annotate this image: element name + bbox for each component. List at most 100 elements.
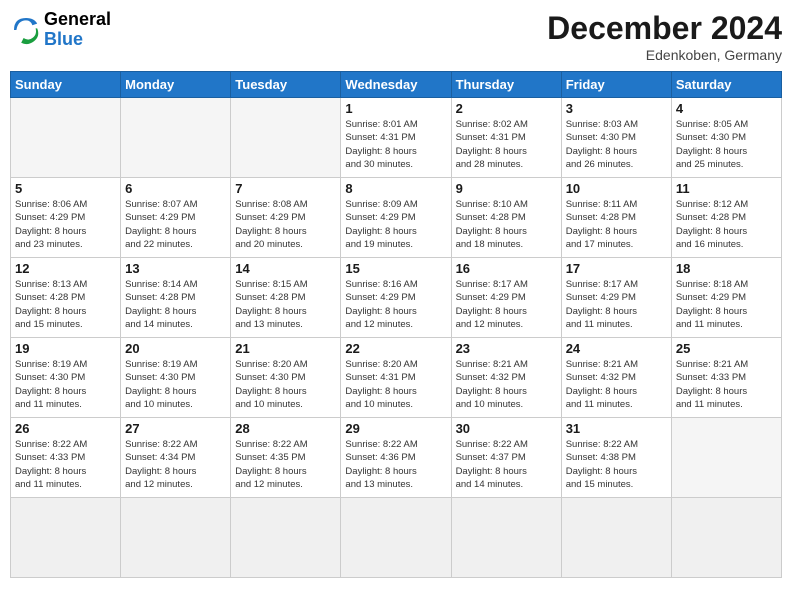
day-number: 12 bbox=[15, 261, 116, 276]
day-info: Sunrise: 8:22 AM Sunset: 4:38 PM Dayligh… bbox=[566, 438, 667, 491]
table-row: 14 Sunrise: 8:15 AM Sunset: 4:28 PM Dayli… bbox=[231, 258, 341, 338]
header-saturday: Saturday bbox=[671, 72, 781, 98]
day-info: Sunrise: 8:02 AM Sunset: 4:31 PM Dayligh… bbox=[456, 118, 557, 171]
day-info: Sunrise: 8:20 AM Sunset: 4:31 PM Dayligh… bbox=[345, 358, 446, 411]
table-row: 20Sunrise: 8:19 AM Sunset: 4:30 PM Dayli… bbox=[121, 338, 231, 418]
table-row: 26 Sunrise: 8:22 AM Sunset: 4:33 PM Dayli… bbox=[11, 418, 121, 498]
day-info: Sunrise: 8:21 AM Sunset: 4:32 PM Dayligh… bbox=[456, 358, 557, 411]
day-info: Sunrise: 8:01 AM Sunset: 4:31 PM Dayligh… bbox=[345, 118, 446, 171]
day-info: Sunrise: 8:18 AM Sunset: 4:29 PM Dayligh… bbox=[676, 278, 777, 331]
table-row: 27 Sunrise: 8:22 AM Sunset: 4:34 PM Dayli… bbox=[121, 418, 231, 498]
table-row bbox=[121, 498, 231, 578]
day-info: Sunrise: 8:22 AM Sunset: 4:34 PM Dayligh… bbox=[125, 438, 226, 491]
day-info: Sunrise: 8:13 AM Sunset: 4:28 PM Dayligh… bbox=[15, 278, 116, 331]
table-row: 11Sunrise: 8:12 AM Sunset: 4:28 PM Dayli… bbox=[671, 178, 781, 258]
table-row: 15Sunrise: 8:16 AM Sunset: 4:29 PM Dayli… bbox=[341, 258, 451, 338]
header-wednesday: Wednesday bbox=[341, 72, 451, 98]
table-row bbox=[11, 98, 121, 178]
day-number: 13 bbox=[125, 261, 226, 276]
table-row: 25Sunrise: 8:21 AM Sunset: 4:33 PM Dayli… bbox=[671, 338, 781, 418]
day-number: 11 bbox=[676, 181, 777, 196]
day-number: 23 bbox=[456, 341, 557, 356]
day-number: 27 bbox=[125, 421, 226, 436]
calendar-row: 5Sunrise: 8:06 AM Sunset: 4:29 PM Daylig… bbox=[11, 178, 782, 258]
day-info: Sunrise: 8:16 AM Sunset: 4:29 PM Dayligh… bbox=[345, 278, 446, 331]
day-number: 31 bbox=[566, 421, 667, 436]
table-row: 19 Sunrise: 8:19 AM Sunset: 4:30 PM Dayli… bbox=[11, 338, 121, 418]
day-info: Sunrise: 8:09 AM Sunset: 4:29 PM Dayligh… bbox=[345, 198, 446, 251]
day-number: 18 bbox=[676, 261, 777, 276]
header-monday: Monday bbox=[121, 72, 231, 98]
day-number: 16 bbox=[456, 261, 557, 276]
day-info: Sunrise: 8:22 AM Sunset: 4:33 PM Dayligh… bbox=[15, 438, 116, 491]
day-info: Sunrise: 8:21 AM Sunset: 4:32 PM Dayligh… bbox=[566, 358, 667, 411]
table-row: 3 Sunrise: 8:03 AM Sunset: 4:30 PM Daylig… bbox=[561, 98, 671, 178]
table-row: 7Sunrise: 8:08 AM Sunset: 4:29 PM Daylig… bbox=[231, 178, 341, 258]
day-info: Sunrise: 8:10 AM Sunset: 4:28 PM Dayligh… bbox=[456, 198, 557, 251]
day-number: 9 bbox=[456, 181, 557, 196]
page-header: General Blue December 2024 Edenkoben, Ge… bbox=[10, 10, 782, 63]
table-row: 29Sunrise: 8:22 AM Sunset: 4:36 PM Dayli… bbox=[341, 418, 451, 498]
location: Edenkoben, Germany bbox=[547, 47, 782, 63]
day-number: 19 bbox=[15, 341, 116, 356]
table-row: 17Sunrise: 8:17 AM Sunset: 4:29 PM Dayli… bbox=[561, 258, 671, 338]
table-row bbox=[671, 498, 781, 578]
day-info: Sunrise: 8:21 AM Sunset: 4:33 PM Dayligh… bbox=[676, 358, 777, 411]
table-row: 13 Sunrise: 8:14 AM Sunset: 4:28 PM Dayli… bbox=[121, 258, 231, 338]
logo-blue: Blue bbox=[44, 30, 111, 50]
day-info: Sunrise: 8:11 AM Sunset: 4:28 PM Dayligh… bbox=[566, 198, 667, 251]
logo: General Blue bbox=[10, 10, 111, 50]
day-number: 6 bbox=[125, 181, 226, 196]
table-row bbox=[341, 498, 451, 578]
calendar-row: 19 Sunrise: 8:19 AM Sunset: 4:30 PM Dayli… bbox=[11, 338, 782, 418]
day-number: 30 bbox=[456, 421, 557, 436]
day-number: 28 bbox=[235, 421, 336, 436]
day-number: 8 bbox=[345, 181, 446, 196]
header-sunday: Sunday bbox=[11, 72, 121, 98]
table-row bbox=[231, 498, 341, 578]
table-row: 24Sunrise: 8:21 AM Sunset: 4:32 PM Dayli… bbox=[561, 338, 671, 418]
day-info: Sunrise: 8:17 AM Sunset: 4:29 PM Dayligh… bbox=[456, 278, 557, 331]
table-row: 21Sunrise: 8:20 AM Sunset: 4:30 PM Dayli… bbox=[231, 338, 341, 418]
day-number: 14 bbox=[235, 261, 336, 276]
table-row: 23 Sunrise: 8:21 AM Sunset: 4:32 PM Dayli… bbox=[451, 338, 561, 418]
day-info: Sunrise: 8:19 AM Sunset: 4:30 PM Dayligh… bbox=[15, 358, 116, 411]
table-row: 1Sunrise: 8:01 AM Sunset: 4:31 PM Daylig… bbox=[341, 98, 451, 178]
calendar-table: Sunday Monday Tuesday Wednesday Thursday… bbox=[10, 71, 782, 578]
table-row: 22Sunrise: 8:20 AM Sunset: 4:31 PM Dayli… bbox=[341, 338, 451, 418]
table-row bbox=[231, 98, 341, 178]
day-number: 26 bbox=[15, 421, 116, 436]
day-number: 4 bbox=[676, 101, 777, 116]
calendar-row: 12 Sunrise: 8:13 AM Sunset: 4:28 PM Dayli… bbox=[11, 258, 782, 338]
title-block: December 2024 Edenkoben, Germany bbox=[547, 10, 782, 63]
table-row: 8 Sunrise: 8:09 AM Sunset: 4:29 PM Daylig… bbox=[341, 178, 451, 258]
table-row: 12 Sunrise: 8:13 AM Sunset: 4:28 PM Dayli… bbox=[11, 258, 121, 338]
day-info: Sunrise: 8:17 AM Sunset: 4:29 PM Dayligh… bbox=[566, 278, 667, 331]
day-info: Sunrise: 8:07 AM Sunset: 4:29 PM Dayligh… bbox=[125, 198, 226, 251]
day-number: 3 bbox=[566, 101, 667, 116]
day-info: Sunrise: 8:14 AM Sunset: 4:28 PM Dayligh… bbox=[125, 278, 226, 331]
day-info: Sunrise: 8:22 AM Sunset: 4:37 PM Dayligh… bbox=[456, 438, 557, 491]
table-row: 9 Sunrise: 8:10 AM Sunset: 4:28 PM Daylig… bbox=[451, 178, 561, 258]
day-info: Sunrise: 8:05 AM Sunset: 4:30 PM Dayligh… bbox=[676, 118, 777, 171]
day-number: 21 bbox=[235, 341, 336, 356]
day-number: 7 bbox=[235, 181, 336, 196]
table-row: 16 Sunrise: 8:17 AM Sunset: 4:29 PM Dayli… bbox=[451, 258, 561, 338]
table-row: 2Sunrise: 8:02 AM Sunset: 4:31 PM Daylig… bbox=[451, 98, 561, 178]
table-row bbox=[121, 98, 231, 178]
calendar-row bbox=[11, 498, 782, 578]
day-info: Sunrise: 8:15 AM Sunset: 4:28 PM Dayligh… bbox=[235, 278, 336, 331]
day-info: Sunrise: 8:06 AM Sunset: 4:29 PM Dayligh… bbox=[15, 198, 116, 251]
header-friday: Friday bbox=[561, 72, 671, 98]
table-row bbox=[11, 498, 121, 578]
table-row: 4 Sunrise: 8:05 AM Sunset: 4:30 PM Daylig… bbox=[671, 98, 781, 178]
table-row: 30 Sunrise: 8:22 AM Sunset: 4:37 PM Dayli… bbox=[451, 418, 561, 498]
table-row: 5Sunrise: 8:06 AM Sunset: 4:29 PM Daylig… bbox=[11, 178, 121, 258]
table-row: 31 Sunrise: 8:22 AM Sunset: 4:38 PM Dayli… bbox=[561, 418, 671, 498]
day-info: Sunrise: 8:22 AM Sunset: 4:35 PM Dayligh… bbox=[235, 438, 336, 491]
table-row bbox=[671, 418, 781, 498]
month-title: December 2024 bbox=[547, 10, 782, 47]
day-number: 29 bbox=[345, 421, 446, 436]
day-info: Sunrise: 8:03 AM Sunset: 4:30 PM Dayligh… bbox=[566, 118, 667, 171]
weekday-header-row: Sunday Monday Tuesday Wednesday Thursday… bbox=[11, 72, 782, 98]
